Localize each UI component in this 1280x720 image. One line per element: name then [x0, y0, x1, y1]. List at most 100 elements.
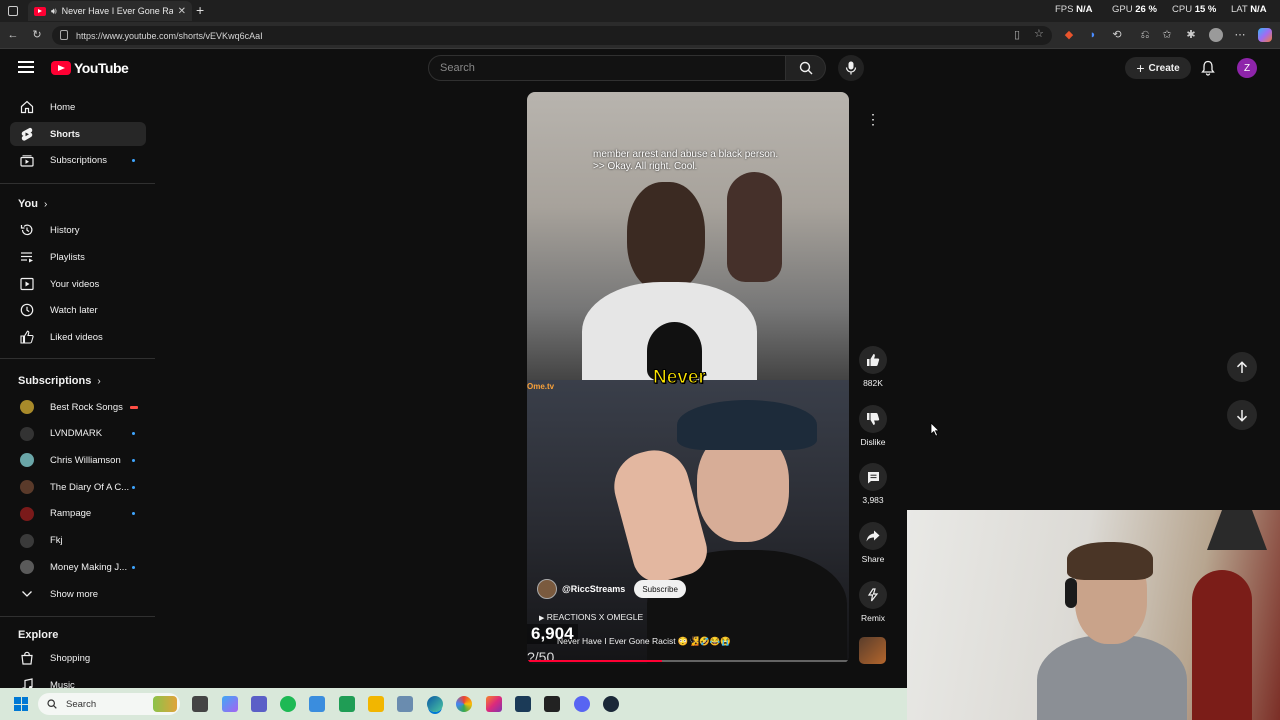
windows-start-icon[interactable]: [14, 697, 28, 711]
notes-app-icon[interactable]: [309, 696, 325, 712]
favorite-star-icon[interactable]: ☆: [1034, 27, 1044, 40]
sidebar-show-more[interactable]: Show more: [10, 582, 146, 606]
site-info-icon[interactable]: [60, 30, 68, 40]
overlay-caption-word: Never: [653, 367, 707, 389]
sidebar-subscription-item[interactable]: The Diary Of A C...: [10, 475, 146, 499]
person-hand: [606, 442, 713, 588]
channel-avatar-image: [19, 480, 34, 495]
sidebar-item-label: Your videos: [50, 278, 100, 290]
search-button[interactable]: [786, 55, 826, 81]
edge-browser-icon[interactable]: [427, 696, 443, 712]
file-explorer-icon[interactable]: [368, 696, 384, 712]
chrome-icon[interactable]: [456, 696, 472, 712]
sound-source-thumbnail[interactable]: [859, 637, 886, 664]
tab-close-icon[interactable]: ✕: [178, 6, 186, 17]
account-avatar[interactable]: Z: [1237, 58, 1257, 78]
sidebar-subscription-item[interactable]: Chris Williamson: [10, 448, 146, 472]
voice-search-button[interactable]: [838, 55, 864, 81]
dislike-button[interactable]: Dislike: [858, 405, 888, 447]
favorites-icon[interactable]: ✩: [1160, 28, 1174, 42]
sidebar-item-your-videos[interactable]: Your videos: [10, 272, 146, 296]
extension-2-icon[interactable]: ◗: [1086, 28, 1100, 42]
channel-avatar: [19, 453, 34, 468]
game-app-icon[interactable]: [339, 696, 355, 712]
calculator-icon[interactable]: [397, 696, 413, 712]
like-button[interactable]: 882K: [858, 346, 888, 388]
sidebar-divider: [0, 616, 155, 617]
browser-tab-active[interactable]: 🔊︎ Never Have I Ever Gone Rac ✕: [28, 1, 192, 21]
playlists-icon: [19, 250, 34, 265]
steam-icon[interactable]: [603, 696, 619, 712]
sidebar-item-shopping[interactable]: Shopping: [10, 646, 146, 670]
window-menu-icon[interactable]: [8, 6, 18, 16]
sidebar-item-subscriptions[interactable]: Subscriptions: [10, 148, 146, 172]
more-actions-button[interactable]: ⋮: [860, 106, 886, 132]
subscribe-button[interactable]: Subscribe: [634, 580, 686, 598]
sidebar-item-label: Best Rock Songs: [50, 401, 123, 413]
channel-handle[interactable]: @RiccStreams: [562, 584, 625, 594]
new-content-dot: [132, 432, 135, 436]
next-short-button[interactable]: [1227, 400, 1257, 430]
back-icon[interactable]: ←: [6, 28, 20, 42]
search-input[interactable]: [428, 55, 786, 81]
sidebar-subscription-item[interactable]: Best Rock Songs: [10, 395, 146, 419]
sidebar-subscription-item[interactable]: Rampage: [10, 502, 146, 526]
sidebar-item-history[interactable]: History: [10, 218, 146, 242]
youtube-logo[interactable]: YouTube: [51, 60, 129, 76]
youtube-header: YouTube + Create Z: [0, 50, 1280, 88]
extension-4-icon[interactable]: ⎌: [1138, 28, 1152, 42]
menu-hamburger-icon[interactable]: [18, 61, 34, 73]
share-button[interactable]: Share: [858, 522, 888, 564]
copilot-icon[interactable]: [1258, 28, 1272, 42]
create-button[interactable]: + Create: [1125, 57, 1191, 79]
youtube-wordmark: YouTube: [74, 60, 129, 76]
more-options-icon[interactable]: ⋯: [1233, 28, 1247, 42]
extension-1-icon[interactable]: ◆: [1062, 28, 1076, 42]
instagram-icon[interactable]: [486, 696, 502, 712]
comments-button[interactable]: 3,983: [858, 463, 888, 505]
extensions-puzzle-icon[interactable]: ✱: [1184, 28, 1198, 42]
kick-app-icon[interactable]: [515, 696, 531, 712]
subtitle-caption: member arrest and abuse a black person. …: [593, 149, 803, 173]
copilot-taskbar-icon[interactable]: [222, 696, 238, 712]
sidebar-item-home[interactable]: Home: [10, 95, 146, 119]
channel-avatar: [19, 426, 34, 441]
gaming-chair: [1192, 570, 1252, 720]
profile-icon[interactable]: [1209, 28, 1223, 42]
new-tab-icon[interactable]: +: [196, 2, 204, 18]
sidebar-item-watch-later[interactable]: Watch later: [10, 298, 146, 322]
audio-playing-icon[interactable]: 🔊︎: [51, 6, 57, 17]
channel-avatar: [19, 400, 34, 415]
reader-mode-icon[interactable]: ▯: [1014, 28, 1020, 41]
task-view-icon[interactable]: [192, 696, 208, 712]
sidebar-item-music[interactable]: Music: [10, 673, 146, 688]
discord-icon[interactable]: [574, 696, 590, 712]
spotify-icon[interactable]: [280, 696, 296, 712]
sidebar-item-shorts[interactable]: Shorts: [10, 122, 146, 146]
previous-short-button[interactable]: [1227, 352, 1257, 382]
sidebar-item-liked-videos[interactable]: Liked videos: [10, 325, 146, 349]
playlist-link[interactable]: ▶ REACTIONS X OMEGLE: [539, 612, 643, 622]
sidebar-item-playlists[interactable]: Playlists: [10, 245, 146, 269]
address-bar[interactable]: https://www.youtube.com/shorts/vEVKwq6cA…: [52, 26, 1052, 45]
channel-avatar[interactable]: [537, 579, 557, 599]
sidebar-you-heading[interactable]: You ›: [18, 198, 47, 210]
channel-avatar: [19, 506, 34, 521]
sidebar-subscription-item[interactable]: LVNDMARK: [10, 422, 146, 446]
x-app-icon[interactable]: [544, 696, 560, 712]
video-progress-bar[interactable]: [527, 660, 849, 662]
teams-icon[interactable]: [251, 696, 267, 712]
taskbar-search[interactable]: Search: [38, 693, 180, 715]
sidebar-subscriptions-heading[interactable]: Subscriptions ›: [18, 375, 101, 387]
channel-avatar: [19, 560, 34, 575]
new-content-dot: [132, 512, 135, 516]
refresh-icon[interactable]: ↻: [30, 28, 44, 42]
sidebar-subscription-item[interactable]: Money Making J...: [10, 555, 146, 579]
youtube-play-logo-icon: [51, 61, 71, 75]
shorts-video-player[interactable]: member arrest and abuse a black person. …: [527, 92, 849, 664]
notifications-bell-icon[interactable]: [1200, 60, 1216, 76]
sidebar-subscription-item[interactable]: Fkj: [10, 529, 146, 553]
sidebar-item-label: Subscriptions: [50, 154, 108, 166]
remix-button[interactable]: Remix: [858, 581, 888, 623]
extension-3-icon[interactable]: ⟲: [1110, 28, 1124, 42]
